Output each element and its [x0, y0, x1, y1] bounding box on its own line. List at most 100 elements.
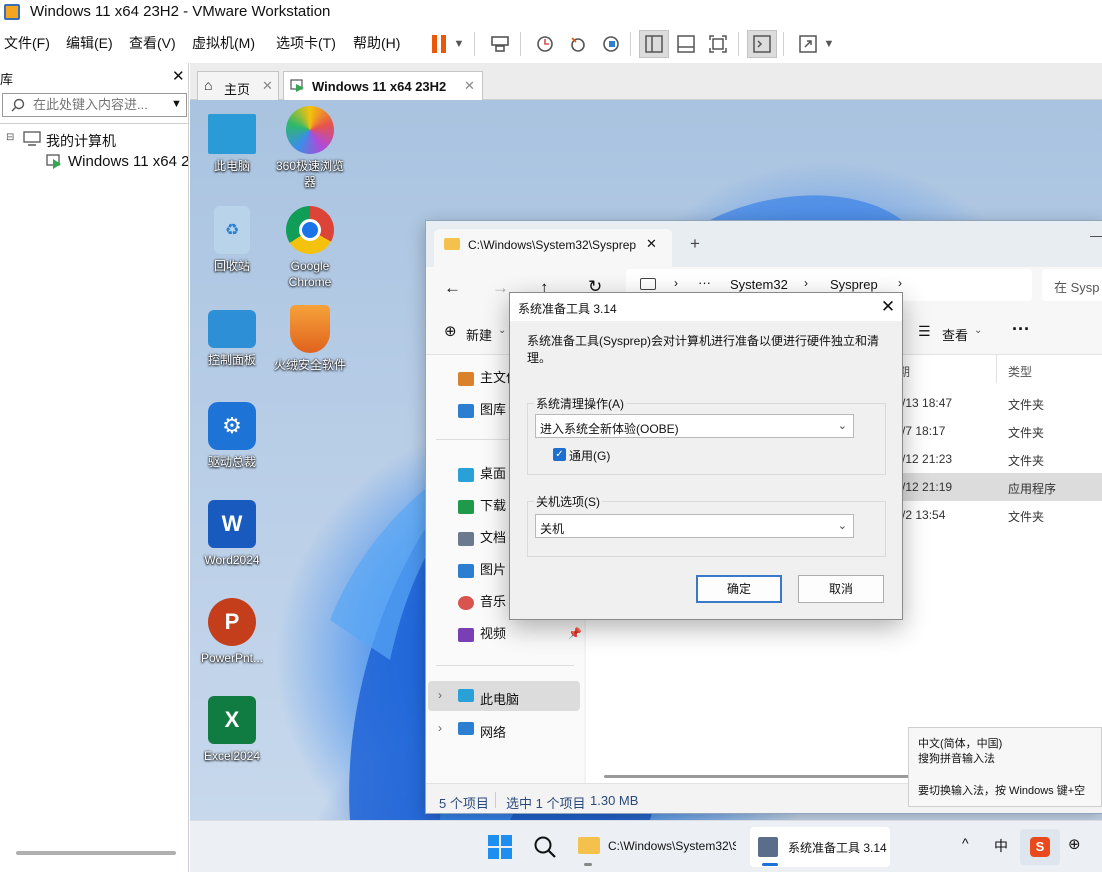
start-button[interactable] [482, 827, 522, 867]
cell-type: 应用程序 [1008, 482, 1057, 496]
forward-icon[interactable]: → [492, 278, 509, 298]
vmware-app-icon [4, 4, 20, 20]
collapse-icon[interactable]: ⊟ [6, 132, 14, 143]
new-button[interactable]: 新建 [466, 325, 492, 344]
chevron-up-icon[interactable]: ^ [962, 835, 969, 851]
nav-item-downloads[interactable]: 下载 [458, 495, 506, 519]
desktop-icon-powerpoint[interactable]: P PowerPnt... [195, 598, 269, 666]
new-tab-icon[interactable]: + [690, 234, 700, 254]
stretch-dropdown-icon[interactable]: ▼ [818, 30, 840, 58]
minimize-icon[interactable]: — [1090, 227, 1102, 243]
cancel-button[interactable]: 取消 [798, 575, 884, 603]
chrome-icon [286, 206, 334, 254]
column-divider [996, 355, 997, 383]
desktop-icon-excel[interactable]: X Excel2024 [195, 696, 269, 764]
library-search-input[interactable] [33, 97, 163, 112]
tab-home[interactable]: ⌂ 主页 ✕ [197, 71, 279, 101]
network-globe-icon[interactable]: ⊕ [1068, 835, 1081, 853]
taskbar-app-sysprep[interactable]: 系统准备工具 3.14 [750, 827, 890, 867]
close-library-icon[interactable]: ✕ [172, 67, 185, 85]
menu-help[interactable]: 帮助(H) [353, 33, 400, 53]
pause-dropdown-icon[interactable]: ▼ [448, 30, 470, 58]
computer-icon [23, 131, 41, 146]
column-header-type[interactable]: 类型 [1008, 363, 1032, 380]
vm-tab-strip: ⌂ 主页 ✕ Windows 11 x64 23H2 ✕ [190, 63, 1102, 101]
thumbnail-bar-icon[interactable] [671, 30, 701, 58]
close-tab-icon[interactable]: ✕ [464, 78, 475, 94]
close-icon[interactable]: ✕ [874, 295, 902, 319]
cell-type: 文件夹 [1008, 398, 1045, 412]
menu-tabs[interactable]: 选项卡(T) [276, 33, 336, 53]
explorer-tab-strip: C:\Windows\System32\Sysprep ✕ + — [426, 221, 1102, 267]
menu-file[interactable]: 文件(F) [4, 33, 50, 53]
console-view-icon[interactable] [747, 30, 777, 58]
more-options-icon[interactable]: ··· [1012, 319, 1030, 340]
menu-bar: 文件(F) 编辑(E) 查看(V) 虚拟机(M) 选项卡(T) 帮助(H) ▼ … [0, 24, 1102, 62]
tree-item-vm[interactable]: Windows 11 x64 23H2 [0, 150, 188, 172]
nav-item-pictures[interactable]: 图片 [458, 559, 506, 583]
shutdown-options-select[interactable]: 关机 ⌄ [535, 514, 854, 538]
nav-item-documents[interactable]: 文档 [458, 527, 506, 551]
nav-item-network[interactable]: › 网络 [428, 715, 580, 743]
snapshot-manager-icon[interactable] [596, 30, 626, 58]
nav-item-gallery[interactable]: 图库 [458, 399, 506, 423]
desktop-icon-this-pc[interactable]: 此电脑 [195, 110, 269, 174]
menu-edit[interactable]: 编辑(E) [66, 33, 113, 53]
generalize-checkbox[interactable]: ✓ [553, 448, 566, 461]
library-scrollbar[interactable] [16, 851, 176, 855]
library-view-icon[interactable] [639, 30, 669, 58]
chevron-right-icon[interactable]: › [438, 721, 442, 735]
nav-item-this-pc[interactable]: › 此电脑 [428, 681, 580, 711]
search-box[interactable]: 在 Sysp [1042, 269, 1102, 301]
dialog-title: 系统准备工具 3.14 [518, 302, 617, 316]
status-selected: 选中 1 个项目 [506, 796, 586, 811]
ime-mode-indicator[interactable]: 中 [994, 836, 1008, 856]
close-tab-icon[interactable]: ✕ [646, 236, 657, 252]
nav-item-music[interactable]: 音乐 [458, 591, 506, 615]
desktop-icon-driver-tool[interactable]: ⚙ 驱动总裁 [195, 402, 269, 470]
cell-type: 文件夹 [1008, 454, 1045, 468]
select-value: 进入系统全新体验(OOBE) [540, 422, 679, 436]
search-button[interactable] [528, 827, 568, 867]
pin-icon[interactable]: 📌 [568, 627, 582, 640]
chevron-right-icon[interactable]: › [438, 688, 442, 702]
taskbar-app-explorer[interactable]: C:\Windows\System32\S [572, 827, 742, 867]
sogou-ime-button[interactable]: S [1020, 829, 1060, 865]
dialog-description: 系统准备工具(Sysprep)会对计算机进行准备以便进行硬件独立和清理。 [527, 334, 880, 365]
nav-item-desktop[interactable]: 桌面 [458, 463, 506, 487]
desktop-icon-word[interactable]: W Word2024 [195, 500, 269, 568]
ok-button[interactable]: 确定 [696, 575, 782, 603]
menu-vm[interactable]: 虚拟机(M) [192, 33, 255, 53]
library-search[interactable]: ▼ [2, 93, 187, 117]
horizontal-scrollbar[interactable] [604, 775, 924, 778]
back-icon[interactable]: ← [444, 278, 461, 298]
desktop-icon-chrome[interactable]: Google Chrome [273, 206, 347, 290]
snapshot-icon[interactable] [530, 30, 560, 58]
chevron-right-icon: › [804, 276, 808, 290]
nav-item-videos[interactable]: 视频 [458, 623, 506, 647]
sysprep-dialog[interactable]: 系统准备工具 3.14 ✕ 系统准备工具(Sysprep)会对计算机进行准备以便… [509, 292, 903, 620]
desktop-icon-recycle-bin[interactable]: ♻ 回收站 [195, 206, 269, 274]
send-ctrl-alt-del-icon[interactable] [485, 30, 515, 58]
close-tab-icon[interactable]: ✕ [262, 78, 273, 94]
toolbar-separator [738, 32, 739, 56]
powerpoint-icon: P [208, 598, 256, 646]
tree-item-my-computer[interactable]: ⊟ 我的计算机 [0, 128, 188, 150]
desktop-icon-control-panel[interactable]: 控制面板 [195, 305, 269, 368]
desktop-icon-360-browser[interactable]: 360极速浏览器 [273, 106, 347, 190]
search-dropdown-icon[interactable]: ▼ [171, 98, 182, 110]
toolbar-separator [783, 32, 784, 56]
tab-vm[interactable]: Windows 11 x64 23H2 ✕ [283, 71, 483, 101]
breadcrumb-item[interactable]: Sysprep [830, 277, 878, 292]
full-screen-icon[interactable] [703, 30, 733, 58]
active-indicator [762, 863, 778, 866]
cleanup-action-select[interactable]: 进入系统全新体验(OOBE) ⌄ [535, 414, 854, 438]
explorer-tab[interactable]: C:\Windows\System32\Sysprep ✕ [434, 229, 672, 267]
download-icon [458, 499, 474, 514]
view-button[interactable]: 查看 [942, 325, 968, 344]
more-path-icon[interactable]: ··· [698, 275, 711, 290]
revert-snapshot-icon[interactable] [563, 30, 593, 58]
desktop-icon-huorong[interactable]: 火绒安全软件 [273, 305, 347, 373]
breadcrumb-item[interactable]: System32 [730, 277, 788, 292]
menu-view[interactable]: 查看(V) [129, 33, 176, 53]
